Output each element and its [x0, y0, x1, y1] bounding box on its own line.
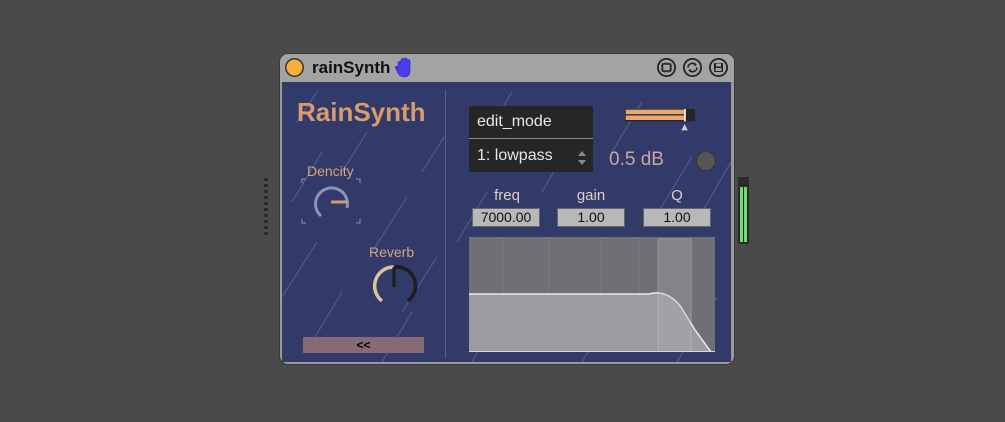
output-gain-slider[interactable]: [606, 109, 714, 131]
freeze-icon[interactable]: [657, 58, 676, 77]
dencity-label: Dencity: [307, 163, 354, 179]
output-level-meter: [738, 177, 749, 244]
dencity-knob[interactable]: [299, 178, 363, 224]
edit-mode-label: edit_mode: [469, 106, 593, 139]
app-title: RainSynth: [297, 97, 426, 127]
hand-icon[interactable]: [394, 57, 414, 79]
q-number-box[interactable]: 1.00: [643, 208, 711, 227]
clip-indicator: [696, 151, 716, 171]
freq-label: freq: [494, 187, 520, 204]
reverb-knob[interactable]: [370, 263, 418, 307]
filter-graph[interactable]: [469, 237, 715, 352]
device-titlebar[interactable]: rainSynth: [280, 54, 734, 82]
device-power-button[interactable]: [285, 58, 304, 77]
device-drag-handle[interactable]: [264, 178, 269, 238]
rainsynth-device: rainSynth RainSynth Dencity Reverb << ed…: [280, 54, 734, 364]
collapse-button[interactable]: <<: [303, 337, 424, 353]
device-title: rainSynth: [312, 58, 391, 77]
updown-arrows-icon[interactable]: [577, 150, 587, 166]
gain-readout: 0.5 dB: [609, 149, 664, 170]
gain-number-box[interactable]: 1.00: [557, 208, 625, 227]
save-icon[interactable]: [709, 58, 728, 77]
freq-number-box[interactable]: 7000.00: [472, 208, 540, 227]
section-divider: [445, 90, 446, 358]
gain-label: gain: [576, 187, 606, 204]
filter-type-menu[interactable]: edit_mode 1: lowpass: [469, 106, 593, 172]
reverb-label: Reverb: [369, 244, 415, 260]
q-label: Q: [671, 187, 683, 204]
device-panel: RainSynth Dencity Reverb << edit_mode 1:…: [282, 82, 731, 362]
refresh-icon[interactable]: [683, 58, 702, 77]
filter-type-value[interactable]: 1: lowpass: [469, 139, 593, 172]
